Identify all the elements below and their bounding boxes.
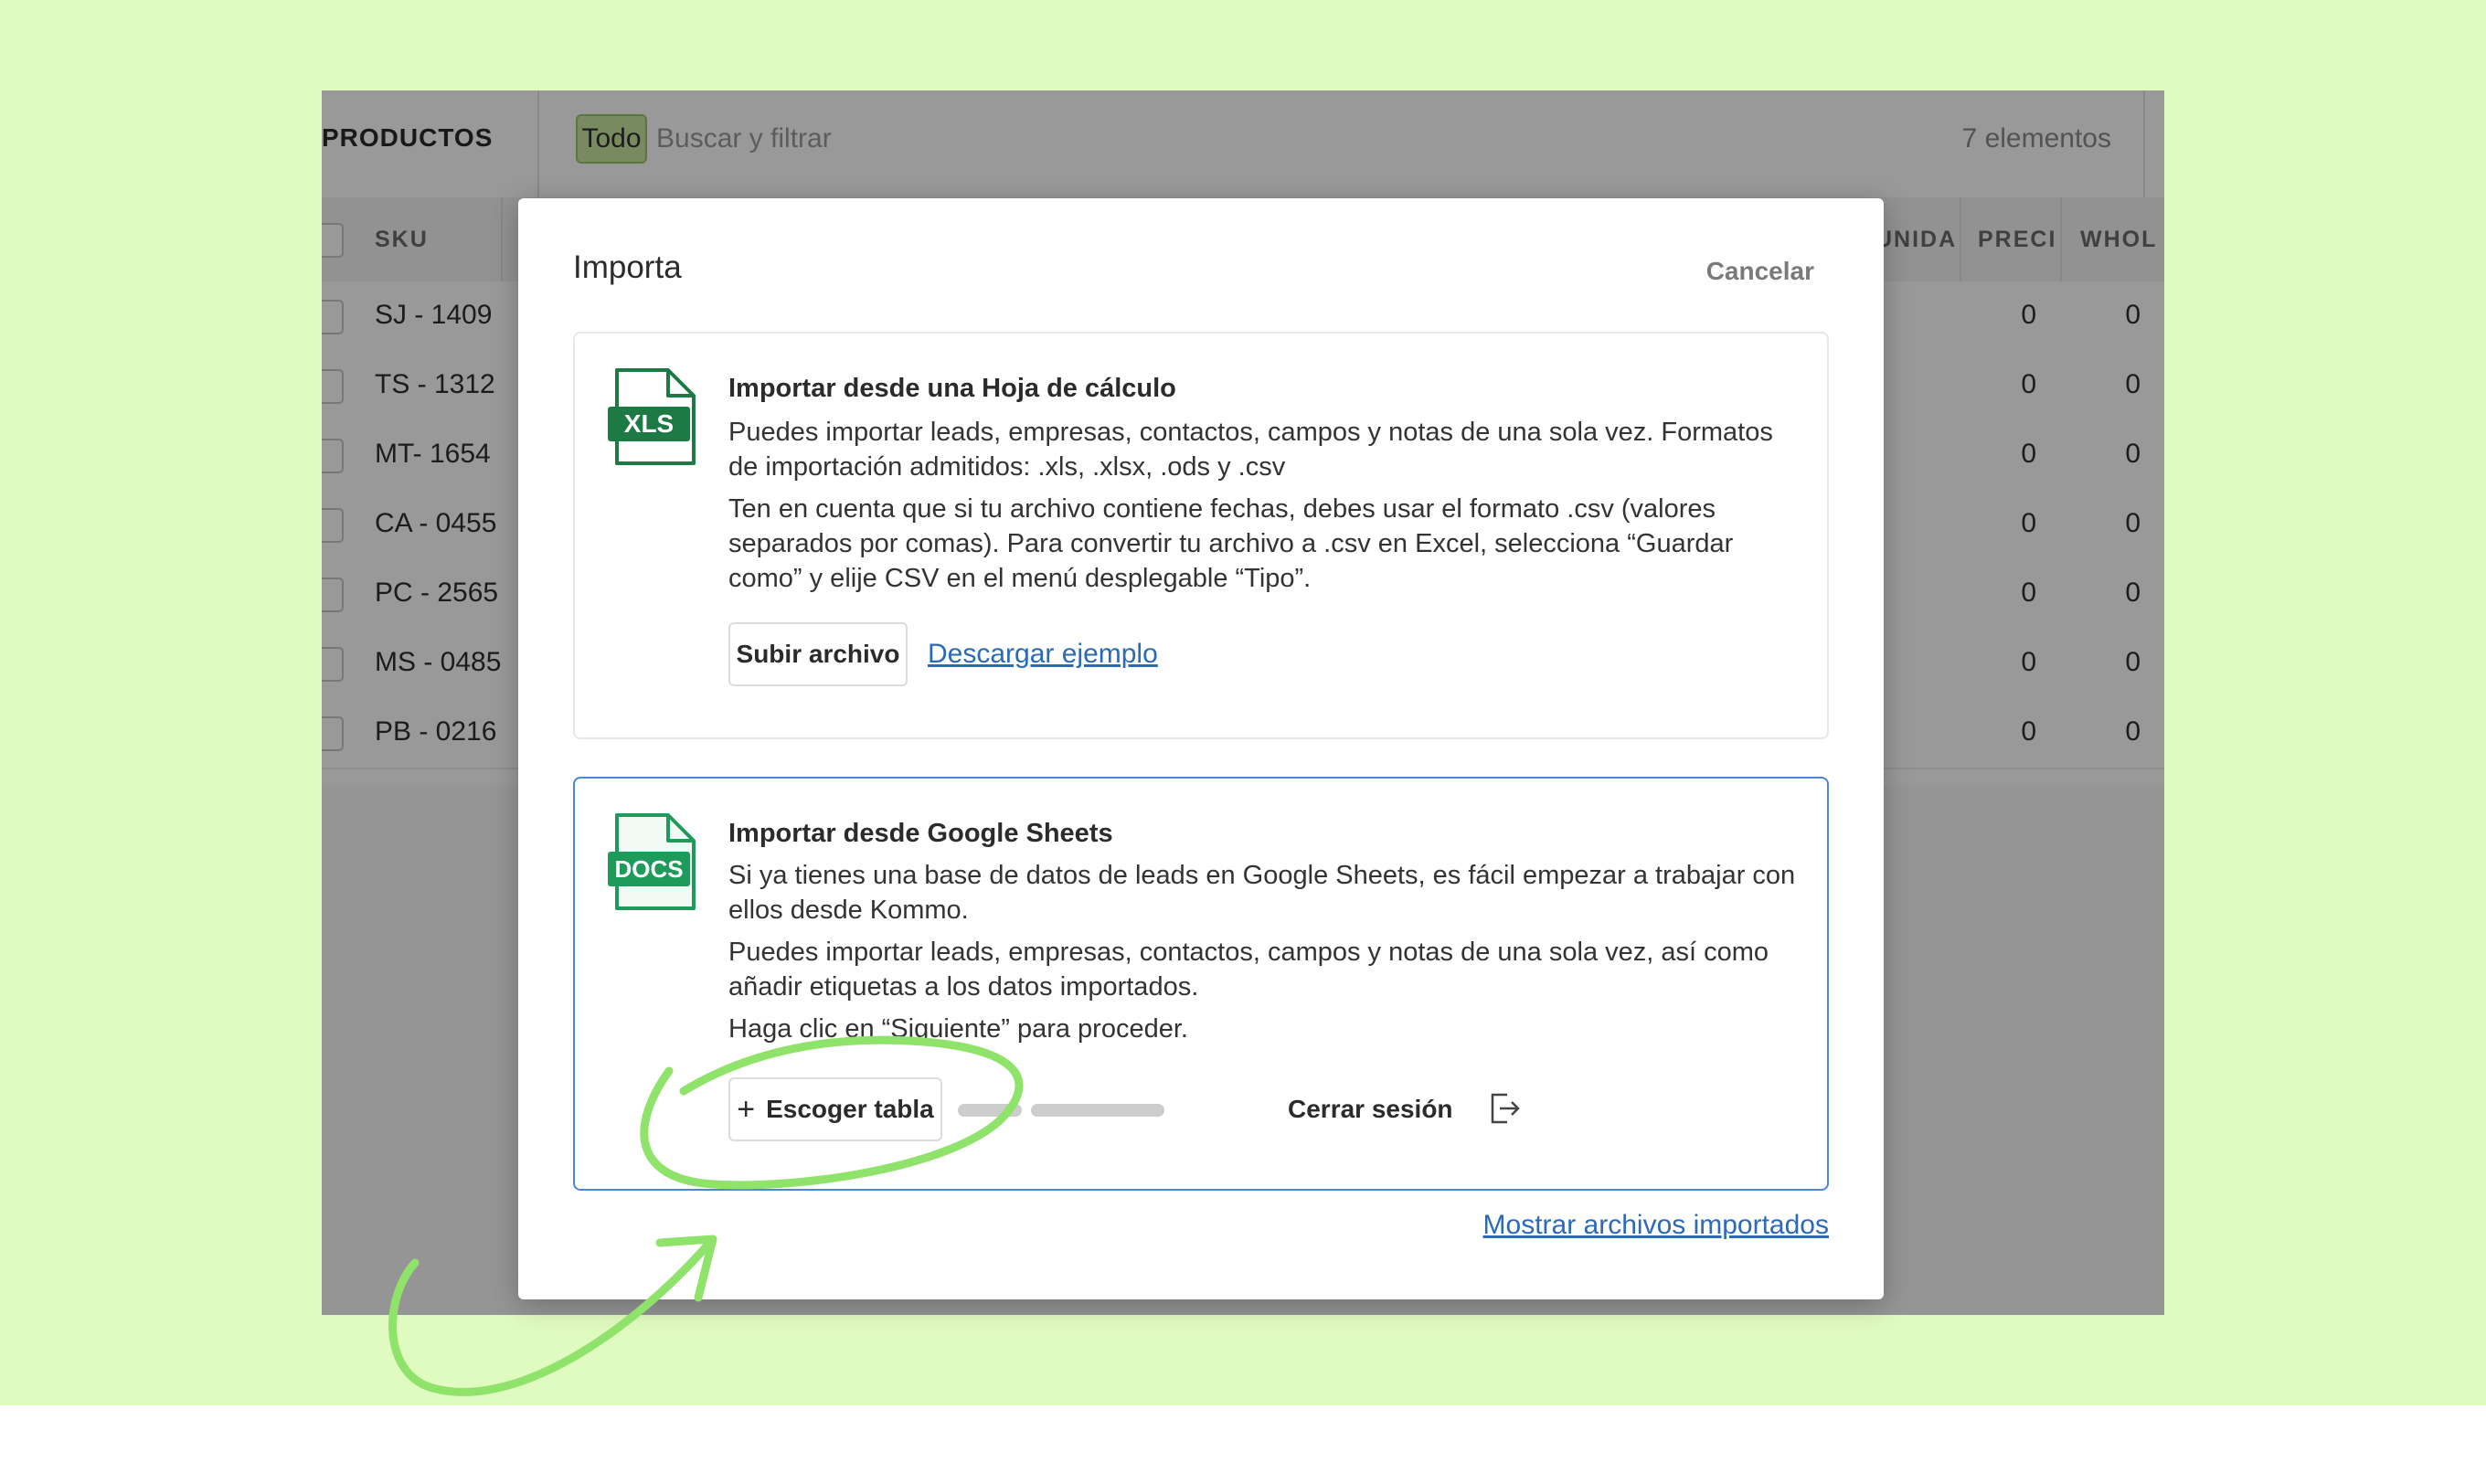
spreadsheet-csv-note: Ten en cuenta que si tu archivo contiene… <box>728 494 1734 593</box>
download-example-link[interactable]: Descargar ejemplo <box>928 639 1158 670</box>
plus-icon: + <box>737 1091 756 1127</box>
google-sheets-title: Importar desde Google Sheets <box>728 819 1113 848</box>
logout-button[interactable]: Cerrar sesión <box>1288 1095 1453 1124</box>
google-sheets-next-hint: Haga clic en “Siguiente” para proceder. <box>728 1014 1188 1044</box>
spreadsheet-title: Importar desde una Hoja de cálculo <box>728 374 1176 403</box>
svg-text:XLS: XLS <box>624 409 674 438</box>
svg-text:DOCS: DOCS <box>614 855 683 883</box>
cancel-button[interactable]: Cancelar <box>1706 257 1814 286</box>
blurred-account-name <box>958 1095 1164 1126</box>
docs-file-icon: DOCS <box>608 813 696 910</box>
spreadsheet-import-card: XLS Importar desde una Hoja de cálculo P… <box>573 332 1829 739</box>
import-modal: Importa Cancelar XLS Importar desde una … <box>518 198 1884 1299</box>
show-imported-files-link[interactable]: Mostrar archivos importados <box>1483 1210 1829 1241</box>
spreadsheet-description: Puedes importar leads, empresas, contact… <box>728 418 1773 482</box>
modal-title: Importa <box>573 249 682 285</box>
upload-file-button[interactable]: Subir archivo <box>728 622 908 686</box>
choose-table-button[interactable]: + Escoger tabla <box>728 1077 942 1141</box>
xls-file-icon: XLS <box>608 368 696 465</box>
logout-icon[interactable] <box>1489 1091 1522 1126</box>
google-sheets-import-card: DOCS Importar desde Google Sheets Si ya … <box>573 777 1829 1191</box>
choose-table-label: Escoger tabla <box>766 1095 934 1123</box>
google-sheets-description: Puedes importar leads, empresas, contact… <box>728 938 1769 1002</box>
google-sheets-intro: Si ya tienes una base de datos de leads … <box>728 861 1796 925</box>
